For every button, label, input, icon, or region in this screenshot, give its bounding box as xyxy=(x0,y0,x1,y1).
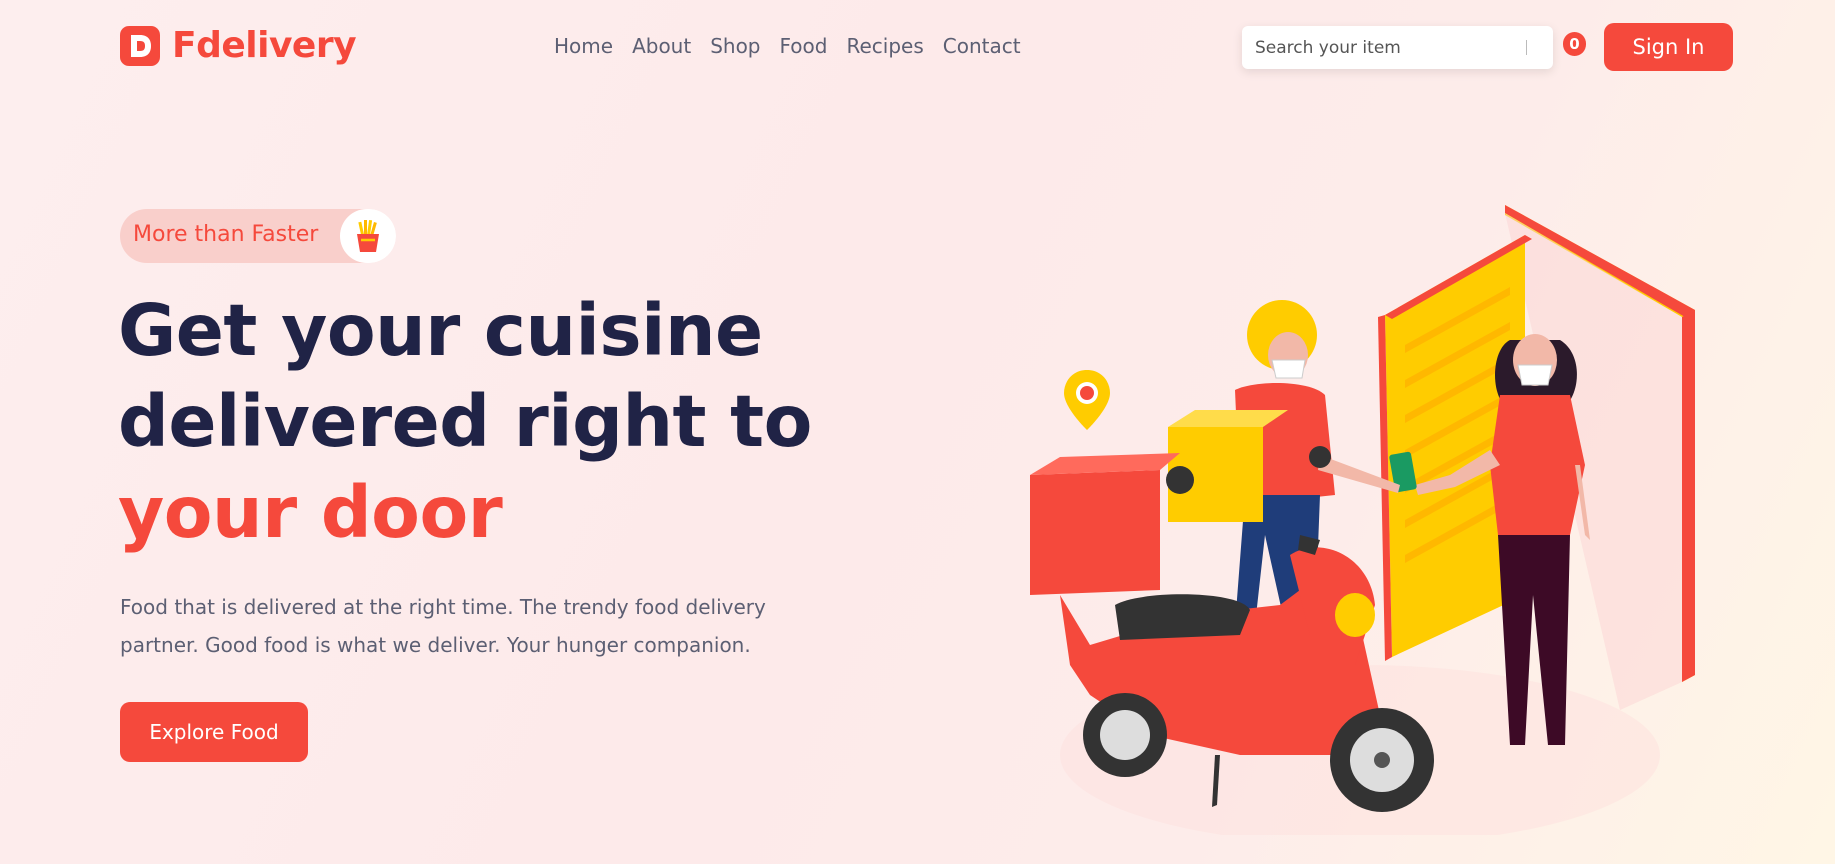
nav-about[interactable]: About xyxy=(632,34,691,58)
search-divider xyxy=(1526,40,1527,55)
delivery-illustration xyxy=(1020,195,1720,845)
hero-description: Food that is delivered at the right time… xyxy=(120,595,766,657)
nav-recipes[interactable]: Recipes xyxy=(846,34,923,58)
nav-food[interactable]: Food xyxy=(780,34,828,58)
brand-logo[interactable]: Fdelivery xyxy=(120,25,357,66)
fries-icon xyxy=(340,209,396,263)
location-pin-icon xyxy=(1064,370,1110,430)
hero-badge: More than Faster xyxy=(120,209,396,263)
brand-name: Fdelivery xyxy=(172,25,357,66)
logo-mark-icon xyxy=(120,25,160,66)
search-input[interactable] xyxy=(1242,26,1515,69)
nav-shop[interactable]: Shop xyxy=(710,34,760,58)
nav-contact[interactable]: Contact xyxy=(943,34,1021,58)
nav-home[interactable]: Home xyxy=(554,34,613,58)
cart-count-badge[interactable]: 0 xyxy=(1563,32,1586,56)
sign-in-button[interactable]: Sign In xyxy=(1604,23,1733,71)
headline-line-1: Get your cuisine xyxy=(118,289,763,372)
explore-food-button[interactable]: Explore Food xyxy=(120,702,308,762)
headline-accent: your door xyxy=(118,471,503,554)
hero-headline: Get your cuisine delivered right to your… xyxy=(118,285,812,558)
headline-line-2: delivered right to xyxy=(118,380,812,463)
hero-badge-text: More than Faster xyxy=(133,222,319,247)
main-nav: Home About Shop Food Recipes Contact xyxy=(554,34,1021,58)
search-box xyxy=(1242,26,1553,69)
